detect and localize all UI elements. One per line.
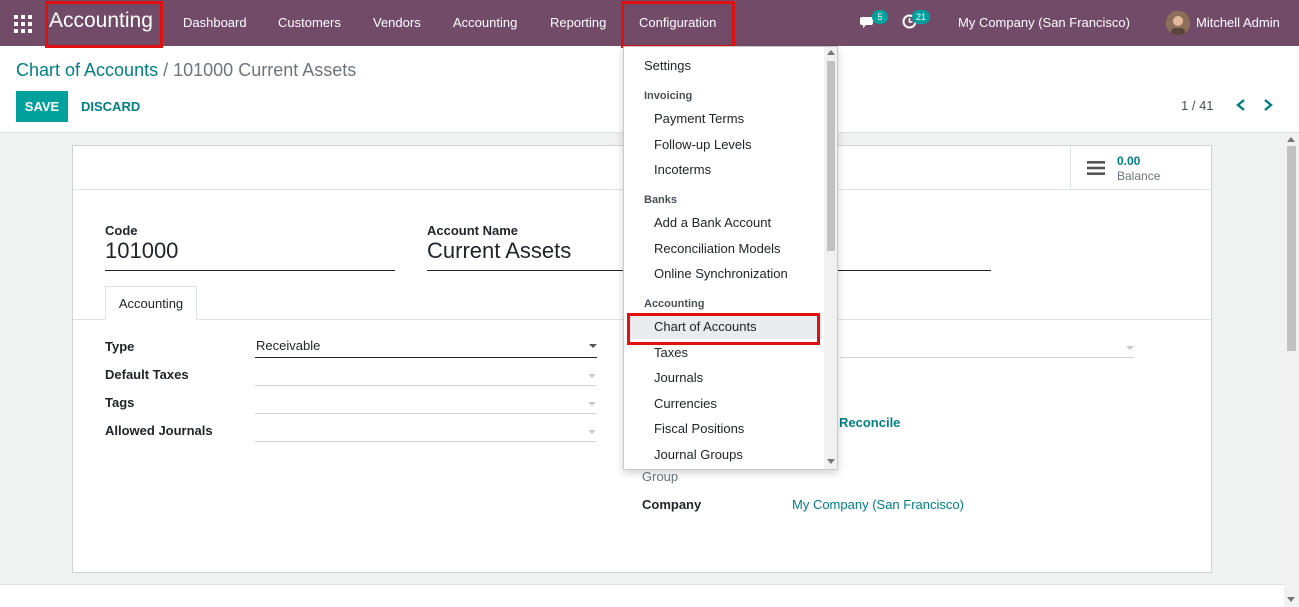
breadcrumb-current: 101000 Current Assets [173, 60, 357, 80]
dropdown-item-reconciliation-models[interactable]: Reconciliation Models [654, 241, 780, 256]
tags-label: Tags [105, 395, 135, 410]
menu-vendors[interactable]: Vendors [373, 15, 421, 30]
company-switcher[interactable]: My Company (San Francisco) [958, 15, 1130, 30]
list-icon [1087, 160, 1105, 176]
default-taxes-label: Default Taxes [105, 367, 189, 382]
dropdown-scroll-thumb[interactable] [827, 61, 835, 251]
dropdown-header-invoicing: Invoicing [644, 90, 693, 102]
dropdown-item-online-synchronization[interactable]: Online Synchronization [654, 266, 788, 281]
chevron-down-icon [588, 430, 596, 434]
menu-accounting[interactable]: Accounting [453, 15, 517, 30]
footer-strip [0, 585, 1284, 607]
dropdown-item-fiscal-positions[interactable]: Fiscal Positions [654, 421, 744, 436]
menu-dashboard[interactable]: Dashboard [183, 15, 247, 30]
type-label: Type [105, 339, 135, 354]
group-label: Group [642, 469, 679, 484]
allowed-journals-field[interactable] [255, 418, 597, 442]
dropdown-header-banks: Banks [644, 194, 678, 206]
dropdown-item-journals[interactable]: Journals [654, 370, 703, 385]
chart-of-accounts-highlight-box [627, 313, 820, 345]
brand-highlight-box [45, 1, 163, 48]
balance-stat-button[interactable]: 0.00 Balance [1070, 146, 1211, 190]
apps-grid-icon[interactable] [14, 15, 32, 33]
dropdown-header-accounting: Accounting [644, 298, 705, 310]
user-menu[interactable]: Mitchell Admin [1196, 15, 1280, 30]
dropdown-item-add-bank-account[interactable]: Add a Bank Account [654, 215, 771, 230]
code-label: Code [105, 223, 138, 238]
chevron-right-icon[interactable] [1262, 98, 1274, 112]
messages-badge: 5 [872, 10, 888, 24]
account-name-label: Account Name [427, 223, 519, 238]
breadcrumb: Chart of Accounts / 101000 Current Asset… [16, 60, 356, 81]
menu-customers[interactable]: Customers [278, 15, 341, 30]
dropdown-scrollbar[interactable] [824, 47, 837, 469]
dropdown-item-taxes[interactable]: Taxes [654, 345, 688, 360]
reconcile-link[interactable]: Reconcile [839, 415, 900, 430]
type-value: Receivable [256, 338, 321, 353]
breadcrumb-parent[interactable]: Chart of Accounts [16, 60, 158, 80]
tags-field[interactable] [255, 390, 597, 414]
activities-badge: 21 [912, 10, 931, 24]
default-taxes-field[interactable] [255, 362, 597, 386]
right-select-field[interactable] [840, 334, 1134, 358]
chevron-down-icon [588, 402, 596, 406]
configuration-highlight-box [621, 1, 735, 48]
page-scroll-thumb[interactable] [1287, 146, 1296, 351]
dropdown-item-payment-terms[interactable]: Payment Terms [654, 111, 744, 126]
discard-button[interactable]: DISCARD [81, 99, 140, 114]
user-avatar[interactable] [1166, 11, 1190, 35]
dropdown-item-settings[interactable]: Settings [644, 58, 691, 73]
chevron-down-icon [588, 374, 596, 378]
chevron-down-icon [589, 344, 597, 348]
dropdown-item-follow-up-levels[interactable]: Follow-up Levels [654, 137, 752, 152]
dropdown-item-journal-groups[interactable]: Journal Groups [654, 447, 743, 462]
company-label: Company [642, 497, 702, 512]
code-input[interactable]: 101000 [105, 238, 395, 271]
save-button[interactable]: SAVE [16, 91, 68, 122]
tab-accounting[interactable]: Accounting [105, 286, 197, 320]
allowed-journals-label: Allowed Journals [105, 423, 213, 438]
pager-value[interactable]: 1 / 41 [1181, 98, 1214, 113]
balance-label: Balance [1117, 169, 1161, 183]
chevron-left-icon[interactable] [1235, 98, 1247, 112]
dropdown-item-incoterms[interactable]: Incoterms [654, 162, 711, 177]
configuration-dropdown: Settings Invoicing Payment Terms Follow-… [623, 46, 838, 470]
menu-reporting[interactable]: Reporting [550, 15, 606, 30]
type-select[interactable]: Receivable [255, 334, 597, 358]
page-scrollbar[interactable] [1284, 133, 1299, 607]
chevron-down-icon [1126, 346, 1134, 350]
dropdown-item-currencies[interactable]: Currencies [654, 396, 717, 411]
breadcrumb-separator: / [163, 60, 169, 80]
company-link[interactable]: My Company (San Francisco) [792, 497, 964, 512]
balance-value: 0.00 [1117, 154, 1141, 168]
